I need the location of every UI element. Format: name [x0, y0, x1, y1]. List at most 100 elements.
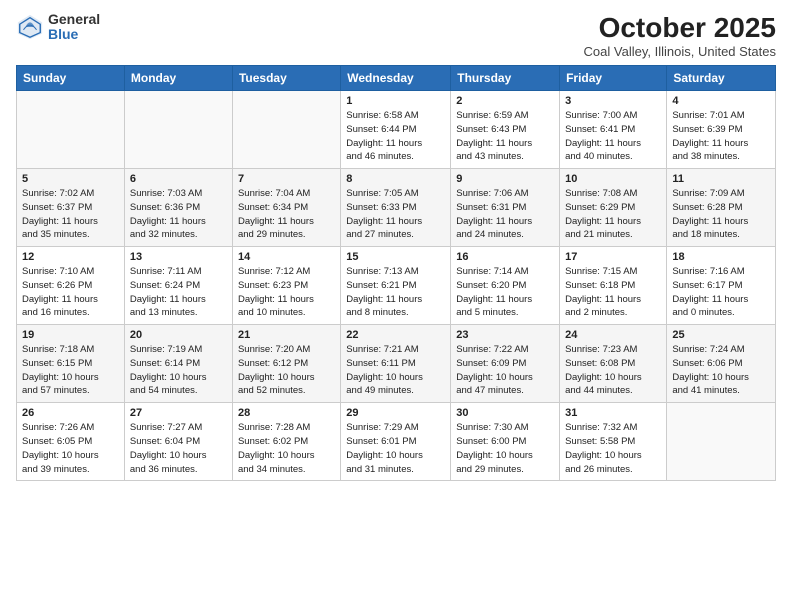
header: General Blue October 2025 Coal Valley, I…	[16, 12, 776, 59]
col-monday: Monday	[124, 66, 232, 91]
day-info: Sunrise: 7:16 AM Sunset: 6:17 PM Dayligh…	[672, 265, 770, 320]
day-info: Sunrise: 7:26 AM Sunset: 6:05 PM Dayligh…	[22, 421, 119, 476]
day-info: Sunrise: 7:02 AM Sunset: 6:37 PM Dayligh…	[22, 187, 119, 242]
day-info: Sunrise: 7:13 AM Sunset: 6:21 PM Dayligh…	[346, 265, 445, 320]
calendar-cell: 18 Sunrise: 7:16 AM Sunset: 6:17 PM Dayli…	[667, 247, 776, 325]
day-info: Sunrise: 7:00 AM Sunset: 6:41 PM Dayligh…	[565, 109, 661, 164]
calendar-cell: 22 Sunrise: 7:21 AM Sunset: 6:11 PM Dayli…	[341, 325, 451, 403]
day-number: 15	[346, 251, 445, 263]
calendar-cell: 31 Sunrise: 7:32 AM Sunset: 5:58 PM Dayli…	[560, 403, 667, 481]
calendar-cell: 4Sunrise: 7:01 AM Sunset: 6:39 PM Daylig…	[667, 91, 776, 169]
day-number: 28	[238, 407, 335, 419]
day-info: Sunrise: 7:30 AM Sunset: 6:00 PM Dayligh…	[456, 421, 554, 476]
day-number: 8	[346, 173, 445, 185]
calendar-cell: 19 Sunrise: 7:18 AM Sunset: 6:15 PM Dayli…	[17, 325, 125, 403]
calendar-cell: 21 Sunrise: 7:20 AM Sunset: 6:12 PM Dayli…	[232, 325, 340, 403]
day-number: 3	[565, 95, 661, 107]
day-number: 26	[22, 407, 119, 419]
calendar-cell: 3 Sunrise: 7:00 AM Sunset: 6:41 PM Daylig…	[560, 91, 667, 169]
calendar-cell: 25 Sunrise: 7:24 AM Sunset: 6:06 PM Dayli…	[667, 325, 776, 403]
day-number: 1	[346, 95, 445, 107]
calendar-cell: 23 Sunrise: 7:22 AM Sunset: 6:09 PM Dayli…	[451, 325, 560, 403]
calendar-cell: 5 Sunrise: 7:02 AM Sunset: 6:37 PM Daylig…	[17, 169, 125, 247]
day-number: 10	[565, 173, 661, 185]
day-number: 4	[672, 95, 770, 107]
calendar-cell	[124, 91, 232, 169]
day-number: 22	[346, 329, 445, 341]
day-info: Sunrise: 7:21 AM Sunset: 6:11 PM Dayligh…	[346, 343, 445, 398]
calendar-cell: 13 Sunrise: 7:11 AM Sunset: 6:24 PM Dayli…	[124, 247, 232, 325]
calendar-table: Sunday Monday Tuesday Wednesday Thursday…	[16, 65, 776, 481]
day-number: 31	[565, 407, 661, 419]
week-row-4: 19 Sunrise: 7:18 AM Sunset: 6:15 PM Dayli…	[17, 325, 776, 403]
col-friday: Friday	[560, 66, 667, 91]
day-number: 14	[238, 251, 335, 263]
calendar-cell: 29 Sunrise: 7:29 AM Sunset: 6:01 PM Dayli…	[341, 403, 451, 481]
day-number: 16	[456, 251, 554, 263]
day-number: 19	[22, 329, 119, 341]
calendar-cell: 12Sunrise: 7:10 AM Sunset: 6:26 PM Dayli…	[17, 247, 125, 325]
day-number: 24	[565, 329, 661, 341]
day-number: 13	[130, 251, 227, 263]
day-info: Sunrise: 7:09 AM Sunset: 6:28 PM Dayligh…	[672, 187, 770, 242]
day-info: Sunrise: 7:23 AM Sunset: 6:08 PM Dayligh…	[565, 343, 661, 398]
calendar-cell: 30 Sunrise: 7:30 AM Sunset: 6:00 PM Dayli…	[451, 403, 560, 481]
col-saturday: Saturday	[667, 66, 776, 91]
day-info: Sunrise: 7:32 AM Sunset: 5:58 PM Dayligh…	[565, 421, 661, 476]
calendar-cell: 17 Sunrise: 7:15 AM Sunset: 6:18 PM Dayli…	[560, 247, 667, 325]
title-block: October 2025 Coal Valley, Illinois, Unit…	[584, 12, 776, 59]
calendar-cell: 20 Sunrise: 7:19 AM Sunset: 6:14 PM Dayli…	[124, 325, 232, 403]
day-info: Sunrise: 7:19 AM Sunset: 6:14 PM Dayligh…	[130, 343, 227, 398]
day-info: Sunrise: 7:11 AM Sunset: 6:24 PM Dayligh…	[130, 265, 227, 320]
day-info: Sunrise: 6:58 AM Sunset: 6:44 PM Dayligh…	[346, 109, 445, 164]
day-info: Sunrise: 7:29 AM Sunset: 6:01 PM Dayligh…	[346, 421, 445, 476]
calendar-cell: 8Sunrise: 7:05 AM Sunset: 6:33 PM Daylig…	[341, 169, 451, 247]
week-row-3: 12Sunrise: 7:10 AM Sunset: 6:26 PM Dayli…	[17, 247, 776, 325]
calendar-cell: 24 Sunrise: 7:23 AM Sunset: 6:08 PM Dayli…	[560, 325, 667, 403]
day-number: 27	[130, 407, 227, 419]
week-row-1: 1 Sunrise: 6:58 AM Sunset: 6:44 PM Daylig…	[17, 91, 776, 169]
day-info: Sunrise: 7:27 AM Sunset: 6:04 PM Dayligh…	[130, 421, 227, 476]
day-info: Sunrise: 7:18 AM Sunset: 6:15 PM Dayligh…	[22, 343, 119, 398]
col-thursday: Thursday	[451, 66, 560, 91]
day-number: 18	[672, 251, 770, 263]
day-number: 5	[22, 173, 119, 185]
day-info: Sunrise: 7:15 AM Sunset: 6:18 PM Dayligh…	[565, 265, 661, 320]
day-number: 17	[565, 251, 661, 263]
logo: General Blue	[16, 12, 100, 43]
day-number: 7	[238, 173, 335, 185]
logo-general-text: General	[48, 12, 100, 27]
calendar-cell: 28Sunrise: 7:28 AM Sunset: 6:02 PM Dayli…	[232, 403, 340, 481]
logo-text: General Blue	[48, 12, 100, 43]
day-number: 29	[346, 407, 445, 419]
logo-blue-text: Blue	[48, 27, 100, 42]
calendar-title: October 2025	[584, 12, 776, 44]
calendar-cell: 2Sunrise: 6:59 AM Sunset: 6:43 PM Daylig…	[451, 91, 560, 169]
page: General Blue October 2025 Coal Valley, I…	[0, 0, 792, 612]
day-number: 12	[22, 251, 119, 263]
day-number: 23	[456, 329, 554, 341]
calendar-cell: 15 Sunrise: 7:13 AM Sunset: 6:21 PM Dayli…	[341, 247, 451, 325]
col-tuesday: Tuesday	[232, 66, 340, 91]
day-info: Sunrise: 7:12 AM Sunset: 6:23 PM Dayligh…	[238, 265, 335, 320]
day-info: Sunrise: 7:06 AM Sunset: 6:31 PM Dayligh…	[456, 187, 554, 242]
calendar-cell: 7Sunrise: 7:04 AM Sunset: 6:34 PM Daylig…	[232, 169, 340, 247]
day-info: Sunrise: 7:08 AM Sunset: 6:29 PM Dayligh…	[565, 187, 661, 242]
calendar-cell: 26 Sunrise: 7:26 AM Sunset: 6:05 PM Dayli…	[17, 403, 125, 481]
day-info: Sunrise: 7:14 AM Sunset: 6:20 PM Dayligh…	[456, 265, 554, 320]
day-info: Sunrise: 7:22 AM Sunset: 6:09 PM Dayligh…	[456, 343, 554, 398]
day-number: 30	[456, 407, 554, 419]
day-number: 20	[130, 329, 227, 341]
day-info: Sunrise: 7:20 AM Sunset: 6:12 PM Dayligh…	[238, 343, 335, 398]
day-number: 2	[456, 95, 554, 107]
calendar-cell: 27 Sunrise: 7:27 AM Sunset: 6:04 PM Dayli…	[124, 403, 232, 481]
col-sunday: Sunday	[17, 66, 125, 91]
day-number: 21	[238, 329, 335, 341]
calendar-cell: 14 Sunrise: 7:12 AM Sunset: 6:23 PM Dayli…	[232, 247, 340, 325]
calendar-cell: 16 Sunrise: 7:14 AM Sunset: 6:20 PM Dayli…	[451, 247, 560, 325]
logo-icon	[16, 13, 44, 41]
week-row-5: 26 Sunrise: 7:26 AM Sunset: 6:05 PM Dayli…	[17, 403, 776, 481]
day-number: 25	[672, 329, 770, 341]
day-info: Sunrise: 7:24 AM Sunset: 6:06 PM Dayligh…	[672, 343, 770, 398]
calendar-cell: 9Sunrise: 7:06 AM Sunset: 6:31 PM Daylig…	[451, 169, 560, 247]
